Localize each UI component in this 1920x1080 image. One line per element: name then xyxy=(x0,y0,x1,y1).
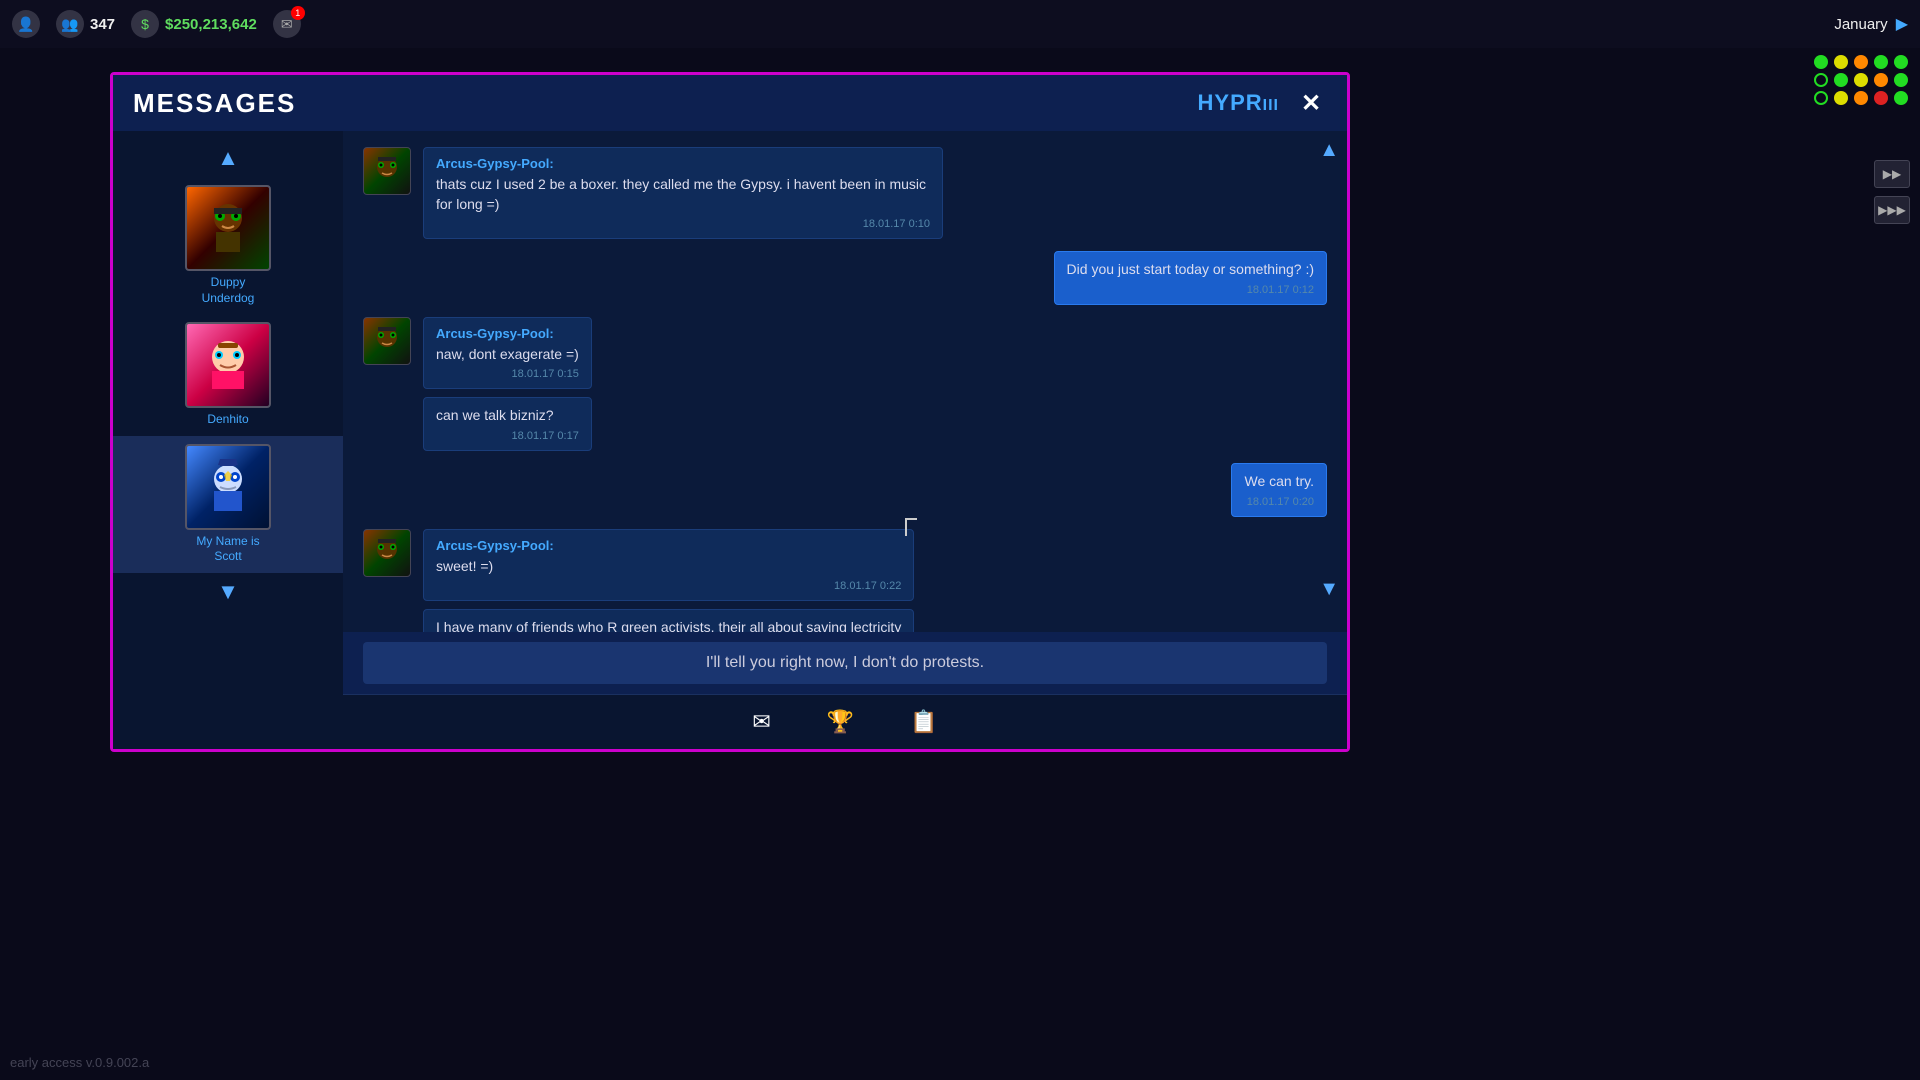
player-profile[interactable]: 👤 xyxy=(12,10,40,38)
chat-area: ▲ xyxy=(343,131,1347,749)
msg-time-4: 18.01.17 0:20 xyxy=(1244,496,1314,508)
msg-sender-1: Arcus-Gypsy-Pool: xyxy=(436,156,930,171)
hypr-logo: HYPRIII xyxy=(1198,90,1279,116)
status-dot-6 xyxy=(1814,73,1828,87)
reply-bubble[interactable]: I'll tell you right now, I don't do prot… xyxy=(363,642,1327,684)
status-dot-3 xyxy=(1854,55,1868,69)
contact-avatar-denhito xyxy=(185,322,271,408)
msg-text-3b: can we talk bizniz? xyxy=(436,406,579,426)
header-right: HYPRIII ✕ xyxy=(1198,87,1327,119)
tab-trophy[interactable]: 🏆 xyxy=(819,705,862,739)
msg-time-3: 18.01.17 0:15 xyxy=(436,368,579,380)
status-dot-9 xyxy=(1874,73,1888,87)
close-button[interactable]: ✕ xyxy=(1295,87,1327,119)
contacts-nav-down[interactable]: ▼ xyxy=(217,573,239,611)
status-dot-8 xyxy=(1854,73,1868,87)
status-dot-10 xyxy=(1894,73,1908,87)
msg-text-2: Did you just start today or something? :… xyxy=(1067,260,1314,280)
contacts-nav-up[interactable]: ▲ xyxy=(217,139,239,177)
window-title: MESSAGES xyxy=(133,88,296,119)
followers-count: 347 xyxy=(90,16,115,33)
window-body: ▲ DuppyUnderdog xyxy=(113,131,1347,749)
chat-scroll-up[interactable]: ▲ xyxy=(1311,131,1347,170)
status-dot-12 xyxy=(1834,91,1848,105)
money-item: $ $250,213,642 xyxy=(131,10,257,38)
contact-item-denhito[interactable]: Denhito xyxy=(113,314,343,436)
msg-avatar-1 xyxy=(363,147,411,195)
msg-text-4: We can try. xyxy=(1244,472,1314,492)
msg-sender-3: Arcus-Gypsy-Pool: xyxy=(436,326,579,341)
bottom-tabs: ✉ 🏆 📋 xyxy=(343,694,1347,749)
msg-text-5: sweet! =) xyxy=(436,557,901,577)
mail-item[interactable]: ✉ 1 xyxy=(273,10,301,38)
scroll-down-icon[interactable]: ▼ xyxy=(1311,570,1347,609)
month-display: January ▶ xyxy=(1834,14,1908,34)
status-dot-5 xyxy=(1894,55,1908,69)
right-panel: ▶▶ ▶▶▶ xyxy=(1874,160,1910,224)
scroll-up-icon[interactable]: ▲ xyxy=(1311,131,1347,170)
money-icon: $ xyxy=(131,10,159,38)
message-row-4: We can try. 18.01.17 0:20 xyxy=(363,463,1327,517)
status-dot-2 xyxy=(1834,55,1848,69)
status-dot-13 xyxy=(1854,91,1868,105)
msg-bubble-3a: Arcus-Gypsy-Pool: naw, dont exagerate =)… xyxy=(423,317,592,390)
msg-bubble-3b: can we talk bizniz? 18.01.17 0:17 xyxy=(423,397,592,451)
contact-name-denhito: Denhito xyxy=(207,412,248,428)
reply-bar: I'll tell you right now, I don't do prot… xyxy=(343,632,1347,694)
contact-item-scott[interactable]: My Name isScott xyxy=(113,436,343,573)
status-dot-11 xyxy=(1814,91,1828,105)
message-row-3: Arcus-Gypsy-Pool: naw, dont exagerate =)… xyxy=(363,317,1327,451)
msg-time-2: 18.01.17 0:12 xyxy=(1067,284,1314,296)
chat-scroll-down[interactable]: ▼ xyxy=(1311,570,1347,609)
status-dot-1 xyxy=(1814,55,1828,69)
followers-item: 👥 347 xyxy=(56,10,115,38)
msg-text-3: naw, dont exagerate =) xyxy=(436,345,579,365)
contacts-sidebar: ▲ DuppyUnderdog xyxy=(113,131,343,749)
msg-bubble-5a: Arcus-Gypsy-Pool: sweet! =) 18.01.17 0:2… xyxy=(423,529,914,602)
msg-avatar-5 xyxy=(363,529,411,577)
status-dot-7 xyxy=(1834,73,1848,87)
msg-group-3: Arcus-Gypsy-Pool: naw, dont exagerate =)… xyxy=(423,317,592,451)
contact-avatar-scott xyxy=(185,444,271,530)
top-bar: 👤 👥 347 $ $250,213,642 ✉ 1 January ▶ xyxy=(0,0,1920,48)
contact-name-scott: My Name isScott xyxy=(196,534,259,565)
skip-btn[interactable]: ▶▶▶ xyxy=(1874,196,1910,224)
contact-avatar-duppy xyxy=(185,185,271,271)
contact-name-duppy: DuppyUnderdog xyxy=(202,275,255,306)
tab-messages[interactable]: ✉ xyxy=(744,705,778,739)
messages-window: MESSAGES HYPRIII ✕ ▲ xyxy=(110,72,1350,752)
msg-text-5b: I have many of friends who R green activ… xyxy=(436,618,901,632)
msg-bubble-1: Arcus-Gypsy-Pool: thats cuz I used 2 be … xyxy=(423,147,943,239)
status-grid xyxy=(1814,55,1910,105)
msg-text-1: thats cuz I used 2 be a boxer. they call… xyxy=(436,175,930,214)
fast-forward-btn[interactable]: ▶▶ xyxy=(1874,160,1910,188)
message-row-2: Did you just start today or something? :… xyxy=(363,251,1327,305)
chat-scroll-area[interactable]: Arcus-Gypsy-Pool: thats cuz I used 2 be … xyxy=(343,131,1347,632)
player-icon: 👤 xyxy=(12,10,40,38)
month-name: January xyxy=(1834,16,1887,33)
month-next-arrow[interactable]: ▶ xyxy=(1896,14,1908,34)
msg-bubble-5b: I have many of friends who R green activ… xyxy=(423,609,914,632)
msg-time-1: 18.01.17 0:10 xyxy=(436,218,930,230)
tab-contracts[interactable]: 📋 xyxy=(902,705,945,739)
msg-avatar-3 xyxy=(363,317,411,365)
msg-group-5: Arcus-Gypsy-Pool: sweet! =) 18.01.17 0:2… xyxy=(423,529,914,632)
msg-sender-5: Arcus-Gypsy-Pool: xyxy=(436,538,901,553)
status-dot-15 xyxy=(1894,91,1908,105)
version-text: early access v.0.9.002.a xyxy=(10,1055,149,1070)
followers-icon: 👥 xyxy=(56,10,84,38)
contact-item-duppy[interactable]: DuppyUnderdog xyxy=(113,177,343,314)
message-row-1: Arcus-Gypsy-Pool: thats cuz I used 2 be … xyxy=(363,147,1327,239)
message-row-5: Arcus-Gypsy-Pool: sweet! =) 18.01.17 0:2… xyxy=(363,529,1327,632)
money-value: $250,213,642 xyxy=(165,16,257,33)
msg-time-5: 18.01.17 0:22 xyxy=(436,580,901,592)
msg-bubble-2: Did you just start today or something? :… xyxy=(1054,251,1327,305)
msg-time-3b: 18.01.17 0:17 xyxy=(436,430,579,442)
mail-badge: 1 xyxy=(291,6,305,20)
status-dot-4 xyxy=(1874,55,1888,69)
window-header: MESSAGES HYPRIII ✕ xyxy=(113,75,1347,131)
status-dot-14 xyxy=(1874,91,1888,105)
msg-bubble-4: We can try. 18.01.17 0:20 xyxy=(1231,463,1327,517)
